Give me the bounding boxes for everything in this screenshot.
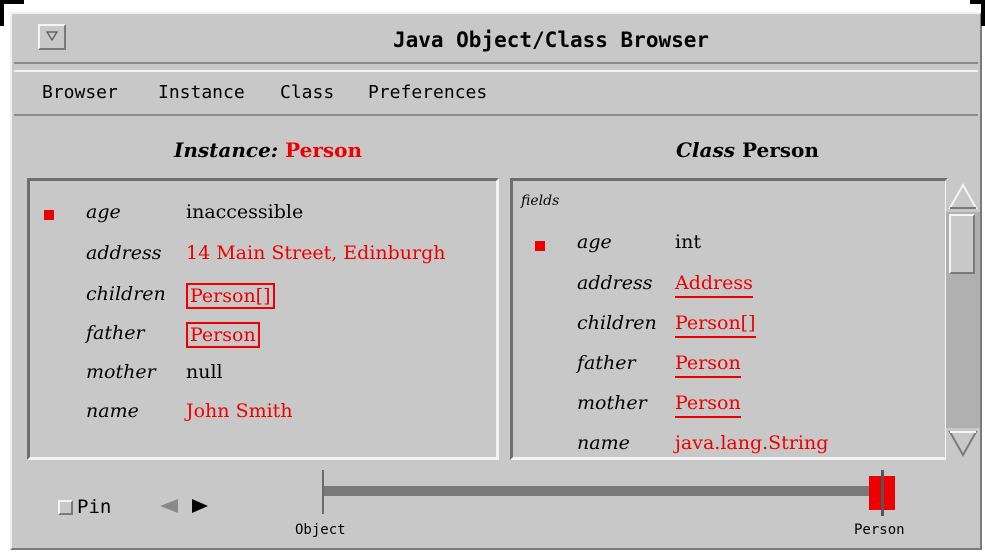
- field-name: mother: [86, 361, 156, 383]
- hierarchy-end-label: Person: [854, 522, 905, 538]
- pin-checkbox[interactable]: Pin: [58, 496, 111, 518]
- forward-arrow-icon[interactable]: [190, 498, 210, 514]
- field-name: address: [577, 272, 653, 294]
- field-name: name: [86, 400, 139, 422]
- menu-preferences[interactable]: Preferences: [368, 82, 487, 103]
- menu-instance[interactable]: Instance: [158, 82, 245, 103]
- field-type: java.lang.String: [675, 432, 829, 454]
- section-label: fields: [521, 193, 560, 209]
- checkbox-icon[interactable]: [58, 500, 73, 515]
- window-corner: [981, 0, 985, 26]
- class-panel-scrollbar[interactable]: [946, 180, 980, 460]
- field-marker-icon: [535, 241, 545, 251]
- field-value: inaccessible: [186, 201, 304, 223]
- pin-label: Pin: [77, 496, 112, 518]
- scroll-down-arrow-icon[interactable]: [946, 428, 980, 460]
- field-name: name: [577, 432, 630, 454]
- object-link-children[interactable]: Person[]: [186, 283, 275, 309]
- menu-class[interactable]: Class: [280, 82, 334, 103]
- object-link-father[interactable]: Person: [186, 322, 260, 348]
- field-name: children: [577, 312, 657, 334]
- instance-heading-value: Person: [285, 138, 363, 162]
- field-value: John Smith: [186, 400, 293, 422]
- field-value: null: [186, 361, 223, 383]
- instance-heading: Instance: Person: [174, 138, 362, 162]
- field-type: int: [675, 231, 701, 253]
- window-corner: [0, 0, 24, 4]
- hierarchy-end-tick: [881, 470, 884, 516]
- instance-fields-panel: age inaccessible address 14 Main Street,…: [27, 178, 499, 460]
- class-heading-label: Class: [676, 138, 735, 162]
- class-fields-panel: fields age int address Address children …: [510, 178, 948, 460]
- field-name: age: [577, 231, 612, 253]
- class-heading-value: Person: [741, 138, 819, 162]
- type-link-father[interactable]: Person: [675, 352, 741, 378]
- window-title: Java Object/Class Browser: [392, 28, 710, 52]
- type-link-address[interactable]: Address: [675, 272, 753, 298]
- instance-heading-label: Instance:: [174, 138, 279, 162]
- back-arrow-icon[interactable]: [158, 498, 180, 514]
- field-value: 14 Main Street, Edinburgh: [186, 242, 446, 264]
- class-hierarchy-slider[interactable]: Object Person: [285, 470, 925, 545]
- hierarchy-track[interactable]: [324, 486, 884, 496]
- scroll-thumb[interactable]: [949, 214, 975, 274]
- scroll-up-arrow-icon[interactable]: [946, 180, 980, 212]
- menu-bar: Browser Instance Class Preferences: [14, 70, 978, 116]
- field-name: mother: [577, 392, 647, 414]
- hierarchy-start-label: Object: [295, 522, 346, 538]
- field-name: children: [86, 283, 166, 305]
- title-bar[interactable]: Java Object/Class Browser: [14, 16, 978, 64]
- type-link-children[interactable]: Person[]: [675, 312, 756, 338]
- field-name: father: [86, 322, 145, 344]
- type-link-mother[interactable]: Person: [675, 392, 741, 418]
- field-name: address: [86, 242, 162, 264]
- field-marker-icon: [44, 210, 54, 220]
- field-name: age: [86, 201, 121, 223]
- menu-browser[interactable]: Browser: [42, 82, 118, 103]
- class-heading: Class Person: [676, 138, 819, 162]
- field-name: father: [577, 352, 636, 374]
